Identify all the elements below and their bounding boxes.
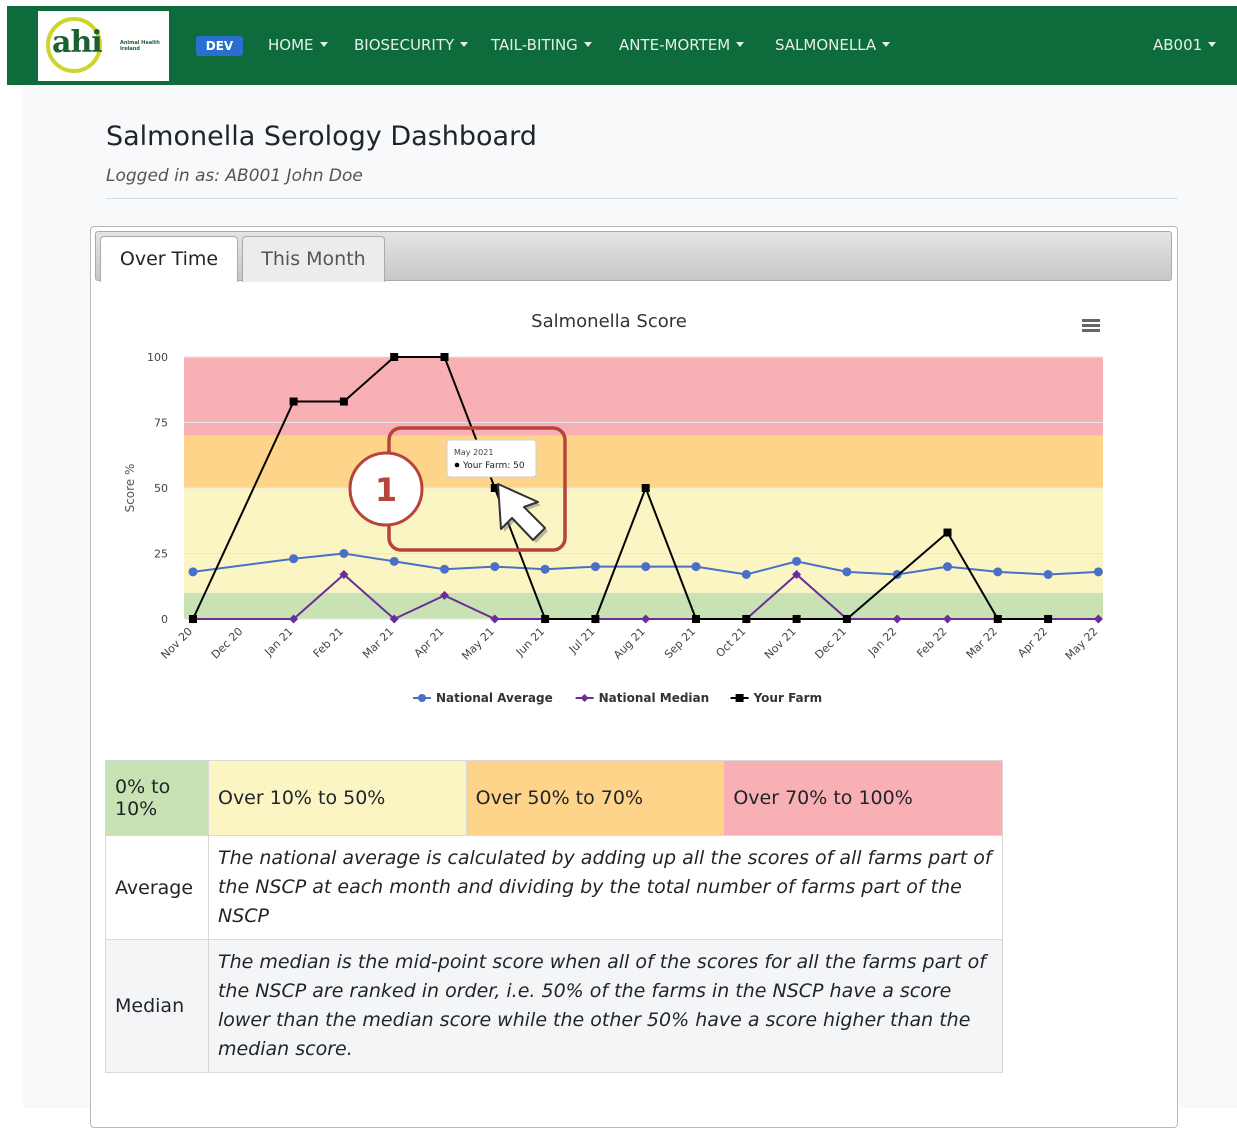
nav-tail-biting[interactable]: TAIL-BITING <box>491 36 592 54</box>
nav-salmonella-label: SALMONELLA <box>775 36 877 54</box>
band-10-50: Over 10% to 50% <box>207 760 467 836</box>
tab-this-month[interactable]: This Month <box>242 236 385 282</box>
average-label: Average <box>105 835 209 940</box>
logged-in-text: Logged in as: AB001 John Doe <box>106 166 363 186</box>
tab-over-time[interactable]: Over Time <box>100 236 238 282</box>
user-menu[interactable]: AB001 <box>1153 36 1217 54</box>
band-70-100: Over 70% to 100% <box>723 760 1003 836</box>
user-menu-label: AB001 <box>1153 36 1203 54</box>
nav-biosecurity[interactable]: BIOSECURITY <box>354 36 469 54</box>
nav-tail-biting-label: TAIL-BITING <box>491 36 578 54</box>
chevron-down-icon <box>460 41 469 47</box>
average-description: The national average is calculated by ad… <box>207 835 1004 940</box>
nav-home-label: HOME <box>268 36 314 54</box>
chevron-down-icon <box>736 41 745 47</box>
band-0-10: 0% to 10% <box>105 760 209 836</box>
chevron-down-icon <box>882 41 891 47</box>
dev-badge: DEV <box>196 36 243 56</box>
ahi-logo[interactable]: ahi Animal Health Ireland <box>38 11 169 81</box>
table-row: Average The national average is calculat… <box>105 835 1004 940</box>
page-title: Salmonella Serology Dashboard <box>106 121 537 152</box>
chevron-down-icon <box>319 41 328 47</box>
divider <box>106 198 1178 199</box>
legend-table: 0% to 10% Over 10% to 50% Over 50% to 70… <box>105 760 1004 1073</box>
chevron-down-icon <box>583 41 592 47</box>
nav-ante-mortem-label: ANTE-MORTEM <box>619 36 731 54</box>
median-label: Median <box>105 939 209 1073</box>
nav-ante-mortem[interactable]: ANTE-MORTEM <box>619 36 745 54</box>
chevron-down-icon <box>1208 41 1217 47</box>
median-description: The median is the mid-point score when a… <box>207 939 1004 1073</box>
nav-biosecurity-label: BIOSECURITY <box>354 36 455 54</box>
logo-text: ahi <box>52 25 103 60</box>
band-50-70: Over 50% to 70% <box>465 760 725 836</box>
nav-salmonella[interactable]: SALMONELLA <box>775 36 891 54</box>
logo-subtext: Animal Health Ireland <box>120 40 160 52</box>
nav-home[interactable]: HOME <box>268 36 328 54</box>
table-row: Median The median is the mid-point score… <box>105 939 1004 1073</box>
